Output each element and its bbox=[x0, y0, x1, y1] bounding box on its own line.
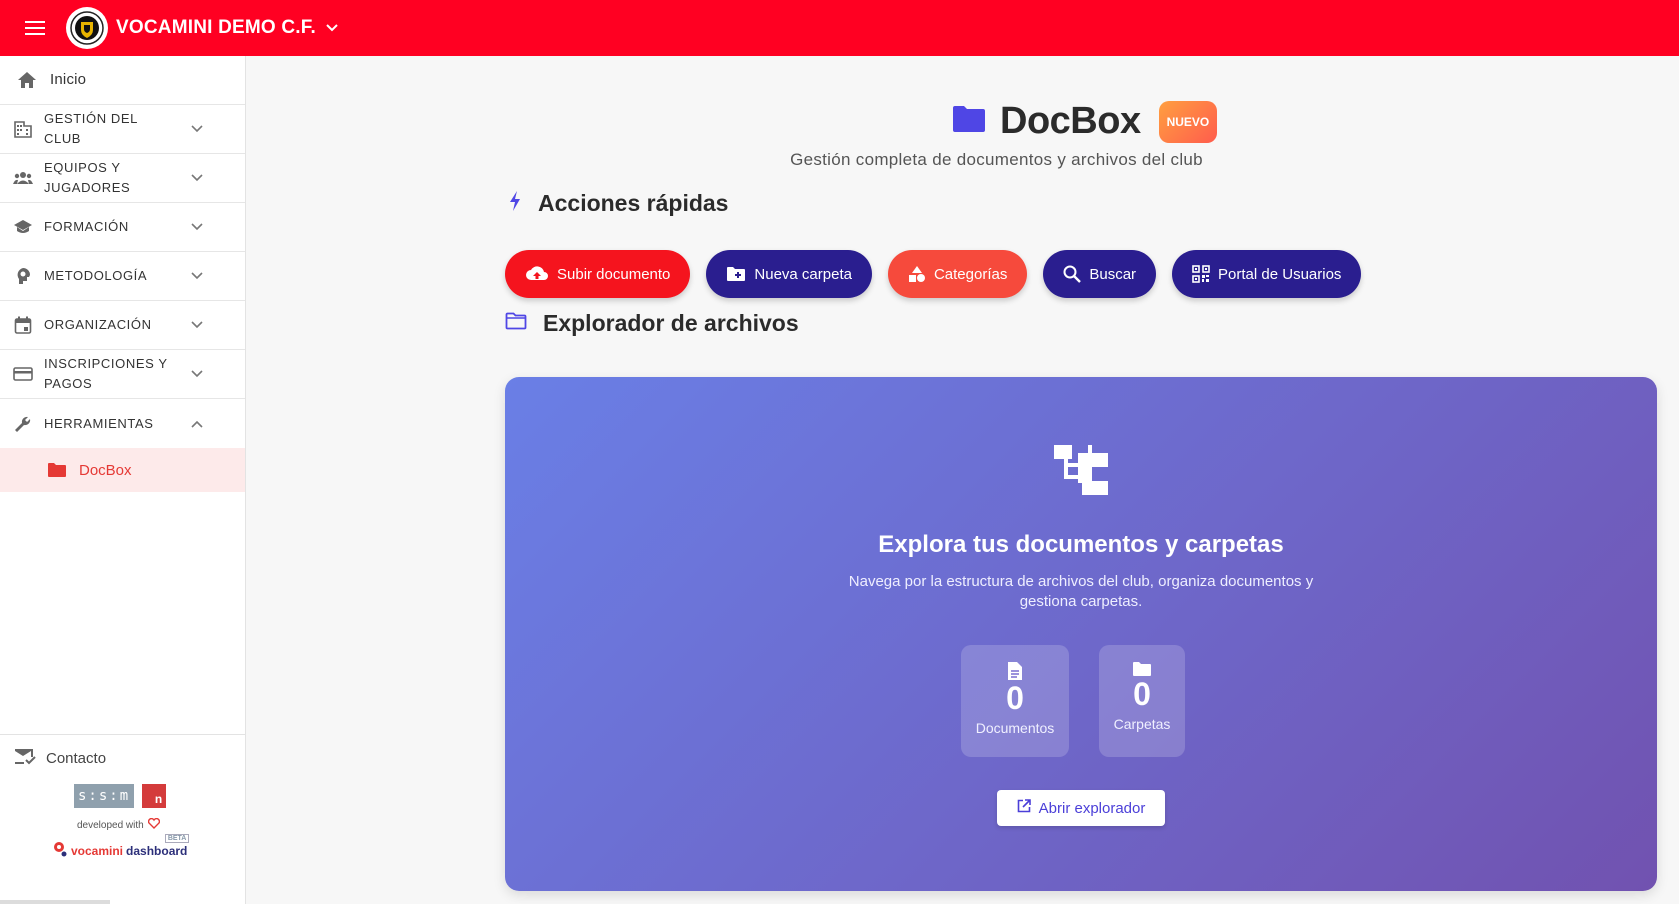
chevron-down-icon bbox=[191, 125, 203, 133]
sidebar-scrollbar[interactable] bbox=[0, 900, 110, 904]
credit-card-icon bbox=[12, 363, 34, 385]
club-crest-logo bbox=[66, 7, 108, 49]
categories-button[interactable]: Categorías bbox=[887, 250, 1028, 298]
sidebar-footer: Contacto s:s:m n developed with vocamini… bbox=[0, 734, 245, 904]
explorer-description: Navega por la estructura de archivos del… bbox=[848, 573, 1314, 610]
wrench-icon bbox=[12, 413, 34, 435]
button-label: Abrir explorador bbox=[1038, 799, 1146, 817]
chevron-down-icon bbox=[191, 223, 203, 231]
sidebar-item-label: ORGANIZACIÓN bbox=[44, 317, 152, 332]
vd-logo-part-a: vocamini bbox=[71, 843, 124, 858]
sidebar-item-formacion[interactable]: FORMACIÓN bbox=[0, 203, 245, 252]
sidebar-item-metodologia[interactable]: METODOLOGÍA bbox=[0, 252, 245, 301]
folders-count: 0 bbox=[1133, 676, 1151, 712]
calendar-icon bbox=[12, 314, 34, 336]
menu-icon[interactable] bbox=[17, 10, 53, 46]
sidebar-item-inicio[interactable]: Inicio bbox=[0, 56, 245, 105]
open-explorer-button[interactable]: Abrir explorador bbox=[997, 790, 1165, 826]
sism-logo[interactable]: s:s:m bbox=[74, 784, 135, 808]
folder-outline-icon bbox=[505, 312, 527, 335]
documents-count: 0 bbox=[1006, 680, 1024, 716]
shapes-icon bbox=[908, 265, 926, 283]
quick-actions-title: Acciones rápidas bbox=[538, 190, 729, 216]
search-button[interactable]: Buscar bbox=[1043, 250, 1157, 298]
main-content: DocBox NUEVO Gestión completa de documen… bbox=[246, 56, 1679, 904]
cloud-upload-icon bbox=[525, 266, 549, 282]
new-badge: NUEVO bbox=[1158, 100, 1218, 143]
folder-tree-icon bbox=[1054, 445, 1108, 500]
top-app-bar: VOCAMINI DEMO C.F. bbox=[0, 0, 1679, 56]
button-label: Nueva carpeta bbox=[754, 265, 852, 283]
explorer-title: Explora tus documentos y carpetas bbox=[878, 531, 1284, 558]
chevron-down-icon[interactable] bbox=[326, 24, 338, 32]
home-icon bbox=[16, 69, 38, 91]
button-label: Subir documento bbox=[557, 265, 671, 283]
quick-actions-bar: Subir documento Nueva carpeta Categorías… bbox=[505, 250, 1362, 298]
sidebar: Inicio GESTIÓN DEL CLUB EQUIPOS Y JUGADO… bbox=[0, 56, 246, 904]
sidebar-item-label: DocBox bbox=[79, 461, 132, 479]
chevron-down-icon bbox=[191, 174, 203, 182]
sidebar-item-label: EQUIPOS Y JUGADORES bbox=[44, 160, 131, 195]
documents-label: Documentos bbox=[975, 720, 1055, 736]
sidebar-item-label: HERRAMIENTAS bbox=[44, 415, 154, 431]
mail-check-icon bbox=[14, 747, 36, 770]
folders-stat: 0 Carpetas bbox=[1099, 645, 1185, 757]
button-label: Buscar bbox=[1089, 265, 1137, 283]
vocaminidashboard-logo[interactable]: vocamini dashboard BETA bbox=[52, 834, 190, 860]
vd-logo-part-b: dashboard bbox=[126, 843, 188, 858]
heart-icon bbox=[147, 817, 160, 832]
folder-icon bbox=[1099, 661, 1185, 677]
documents-stat: 0 Documentos bbox=[961, 645, 1069, 757]
search-icon bbox=[1063, 265, 1082, 283]
sidebar-item-docbox[interactable]: DocBox bbox=[0, 448, 245, 492]
upload-document-button[interactable]: Subir documento bbox=[505, 250, 691, 298]
vocamini-mark-icon bbox=[52, 841, 68, 860]
developer-logos: s:s:m n bbox=[74, 784, 167, 808]
user-portal-button[interactable]: Portal de Usuarios bbox=[1172, 250, 1362, 298]
folder-icon bbox=[47, 462, 67, 478]
folders-label: Carpetas bbox=[1113, 716, 1171, 732]
new-folder-button[interactable]: Nueva carpeta bbox=[706, 250, 872, 298]
chevron-down-icon bbox=[191, 321, 203, 329]
page-header: DocBox NUEVO bbox=[952, 100, 1218, 143]
explorer-section-title: Explorador de archivos bbox=[543, 310, 799, 336]
qr-code-icon bbox=[1192, 265, 1210, 283]
quick-actions-header: Acciones rápidas bbox=[508, 190, 728, 217]
sidebar-item-label: Inicio bbox=[50, 71, 87, 88]
button-label: Portal de Usuarios bbox=[1218, 265, 1342, 283]
graduation-cap-icon bbox=[12, 216, 34, 238]
sidebar-item-label: METODOLOGÍA bbox=[44, 268, 148, 283]
chevron-down-icon bbox=[191, 370, 203, 378]
contact-link[interactable]: Contacto bbox=[14, 747, 106, 770]
sidebar-item-label: FORMACIÓN bbox=[44, 219, 129, 234]
chevron-down-icon bbox=[191, 272, 203, 280]
chevron-up-icon bbox=[191, 420, 203, 428]
n-logo[interactable]: n bbox=[142, 784, 167, 808]
page-subtitle: Gestión completa de documentos y archivo… bbox=[790, 150, 1203, 169]
sidebar-item-label: GESTIÓN DEL CLUB bbox=[44, 111, 138, 146]
explorer-header: Explorador de archivos bbox=[505, 310, 799, 337]
club-name[interactable]: VOCAMINI DEMO C.F. bbox=[116, 17, 316, 39]
sidebar-item-inscripciones-y-pagos[interactable]: INSCRIPCIONES Y PAGOS bbox=[0, 350, 245, 399]
contact-label: Contacto bbox=[46, 750, 107, 767]
building-icon bbox=[12, 118, 34, 140]
page-title: DocBox bbox=[1000, 100, 1141, 142]
sidebar-item-organizacion[interactable]: ORGANIZACIÓN bbox=[0, 301, 245, 350]
file-explorer-card: Explora tus documentos y carpetas Navega… bbox=[505, 377, 1657, 891]
button-label: Categorías bbox=[933, 265, 1008, 283]
sidebar-item-gestion-del-club[interactable]: GESTIÓN DEL CLUB bbox=[0, 105, 245, 154]
head-brain-icon bbox=[12, 265, 34, 287]
group-icon bbox=[12, 167, 34, 189]
document-icon bbox=[961, 661, 1069, 681]
sidebar-item-herramientas[interactable]: HERRAMIENTAS bbox=[0, 399, 245, 448]
folder-icon bbox=[952, 105, 986, 138]
folder-plus-icon bbox=[726, 266, 746, 282]
bolt-icon bbox=[508, 190, 522, 217]
developed-with-text: developed with bbox=[77, 817, 160, 832]
developed-with-label: developed with bbox=[77, 819, 144, 831]
open-in-new-icon bbox=[1017, 799, 1031, 817]
beta-badge: BETA bbox=[164, 834, 190, 843]
sidebar-item-label: INSCRIPCIONES Y PAGOS bbox=[44, 356, 168, 391]
sidebar-item-equipos-y-jugadores[interactable]: EQUIPOS Y JUGADORES bbox=[0, 154, 245, 203]
